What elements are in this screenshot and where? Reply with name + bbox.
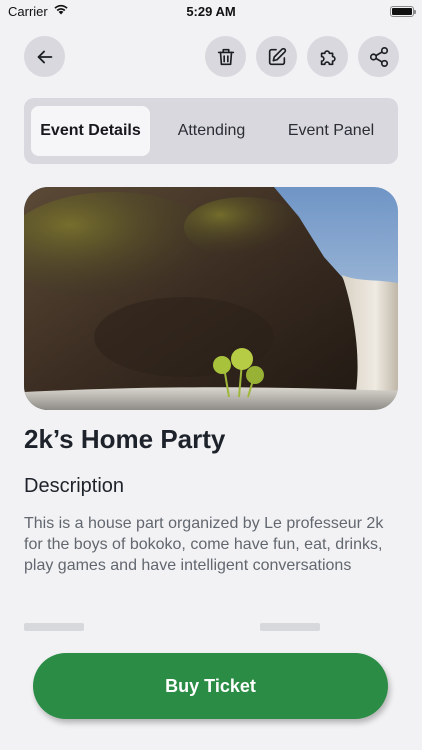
back-button[interactable] bbox=[24, 36, 65, 77]
share-icon bbox=[369, 46, 388, 67]
trash-icon bbox=[217, 48, 234, 65]
event-title: 2k’s Home Party bbox=[24, 424, 226, 454]
buy-ticket-button[interactable]: Buy Ticket bbox=[33, 653, 388, 719]
puzzle-icon bbox=[320, 49, 336, 65]
edit-icon bbox=[268, 47, 286, 65]
scrolled-content-placeholder bbox=[24, 620, 398, 634]
delete-button[interactable] bbox=[205, 36, 246, 77]
tab-event-details[interactable]: Event Details bbox=[31, 106, 150, 156]
event-tabs: Event Details Attending Event Panel bbox=[24, 98, 398, 164]
tab-attending[interactable]: Attending bbox=[153, 106, 270, 156]
extensions-button[interactable] bbox=[307, 36, 348, 77]
status-bar: Carrier 5:29 AM bbox=[0, 0, 422, 24]
edit-button[interactable] bbox=[256, 36, 297, 77]
share-button[interactable] bbox=[358, 36, 399, 77]
description-heading: Description bbox=[24, 475, 125, 497]
description-text: This is a house part organized by Le pro… bbox=[24, 515, 384, 574]
clock: 5:29 AM bbox=[186, 4, 236, 19]
battery-icon bbox=[390, 6, 416, 17]
tab-event-panel[interactable]: Event Panel bbox=[272, 106, 390, 156]
event-image bbox=[24, 187, 398, 410]
arrow-left-icon bbox=[37, 50, 52, 63]
